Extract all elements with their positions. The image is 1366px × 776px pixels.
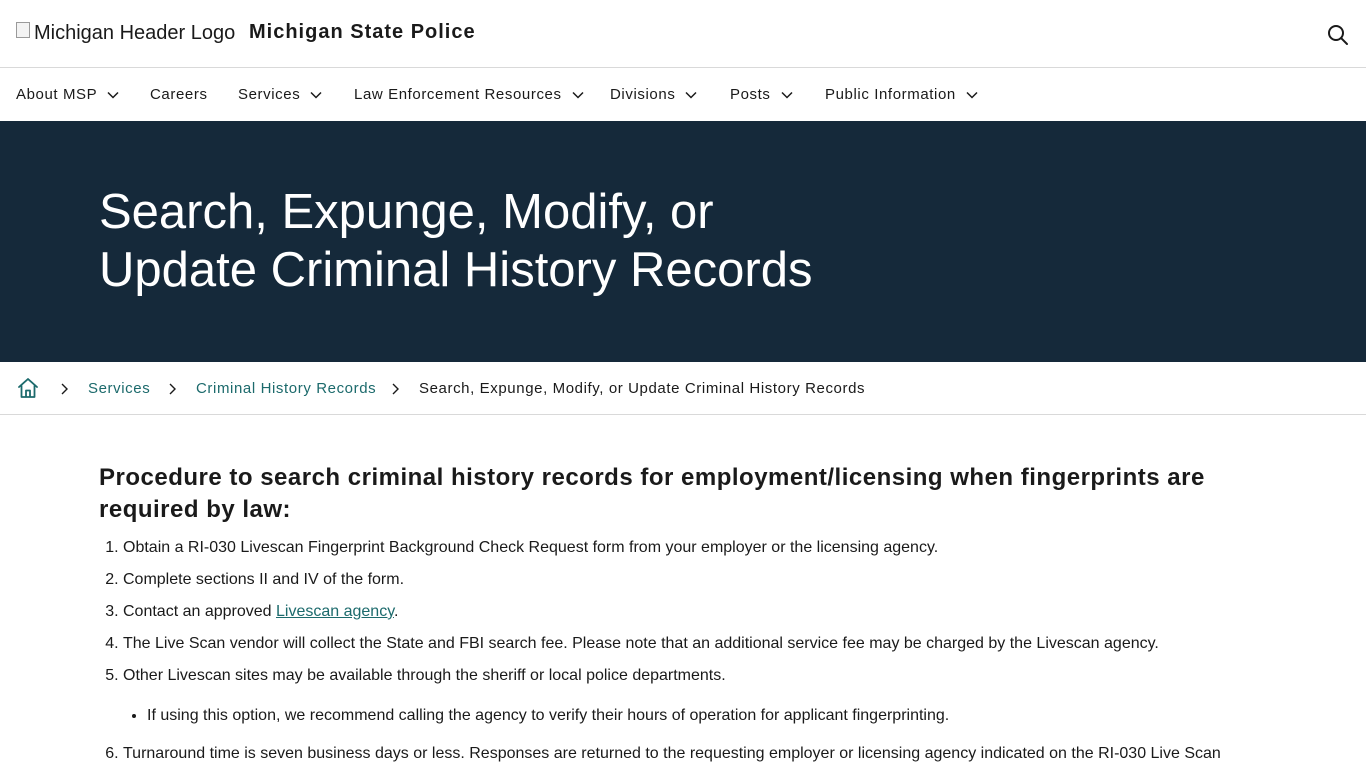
step-text: Contact an approved — [123, 603, 276, 620]
chevron-down-icon — [107, 91, 119, 99]
list-item: Obtain a RI-030 Livescan Fingerprint Bac… — [123, 538, 1239, 558]
livescan-agency-link[interactable]: Livescan agency — [276, 603, 394, 620]
nav-item-careers[interactable]: Careers — [150, 68, 208, 121]
breadcrumb-services[interactable]: Services — [88, 362, 150, 414]
section-heading: Procedure to search criminal history rec… — [99, 464, 1205, 523]
nav-item-law-enforcement-resources[interactable]: Law Enforcement Resources — [354, 68, 584, 121]
breadcrumb: Services Criminal History Records Search… — [0, 362, 1366, 415]
list-item: Turnaround time is seven business days o… — [123, 744, 1239, 764]
chevron-down-icon — [685, 91, 697, 99]
sub-list: If using this option, we recommend calli… — [123, 706, 1239, 726]
list-item: Other Livescan sites may be available th… — [123, 666, 1239, 726]
step-text: Other Livescan sites may be available th… — [123, 667, 726, 684]
page-title-line-2: Update Criminal History Records — [99, 243, 813, 297]
main-navigation: About MSP Careers Services Law Enforceme… — [0, 68, 1366, 121]
step-text: Obtain a RI-030 Livescan Fingerprint Bac… — [123, 539, 939, 556]
nav-label: About MSP — [16, 86, 98, 103]
list-item: Contact an approved Livescan agency. — [123, 602, 1239, 622]
nav-label: Public Information — [825, 86, 956, 103]
logo-alt-text: Michigan Header Logo — [34, 22, 236, 44]
nav-item-services[interactable]: Services — [238, 68, 322, 121]
site-header: Michigan Header Logo Michigan State Poli… — [0, 0, 1366, 68]
nav-item-about-msp[interactable]: About MSP — [16, 68, 119, 121]
procedure-steps: Obtain a RI-030 Livescan Fingerprint Bac… — [99, 538, 1239, 764]
nav-item-divisions[interactable]: Divisions — [610, 68, 697, 121]
search-icon[interactable] — [1326, 23, 1350, 47]
list-item: Complete sections II and IV of the form. — [123, 570, 1239, 590]
home-icon[interactable] — [16, 376, 40, 400]
breadcrumb-criminal-history-records[interactable]: Criminal History Records — [196, 362, 376, 414]
nav-label: Services — [238, 86, 301, 103]
nav-label: Careers — [150, 86, 208, 103]
nav-label: Posts — [730, 86, 771, 103]
list-item: The Live Scan vendor will collect the St… — [123, 634, 1239, 654]
nav-label: Divisions — [610, 86, 676, 103]
nav-item-public-information[interactable]: Public Information — [825, 68, 978, 121]
sub-list-item: If using this option, we recommend calli… — [147, 706, 1239, 726]
hero-banner: Search, Expunge, Modify, or Update Crimi… — [0, 121, 1366, 362]
chevron-right-icon — [61, 383, 68, 395]
sub-step-text: If using this option, we recommend calli… — [147, 707, 950, 724]
breadcrumb-current-page: Search, Expunge, Modify, or Update Crimi… — [419, 379, 866, 397]
main-content: Procedure to search criminal history rec… — [99, 462, 1239, 776]
step-text: Complete sections II and IV of the form. — [123, 571, 405, 588]
page-title-line-1: Search, Expunge, Modify, or — [99, 185, 714, 239]
chevron-down-icon — [966, 91, 978, 99]
nav-label: Law Enforcement Resources — [354, 86, 562, 103]
michigan-header-logo[interactable]: Michigan Header Logo — [16, 21, 236, 45]
broken-image-icon — [16, 21, 30, 38]
site-title[interactable]: Michigan State Police — [249, 21, 476, 44]
step-text: Turnaround time is seven business days o… — [123, 745, 1221, 762]
chevron-down-icon — [310, 91, 322, 99]
chevron-right-icon — [392, 383, 399, 395]
chevron-right-icon — [169, 383, 176, 395]
step-text: The Live Scan vendor will collect the St… — [123, 635, 1159, 652]
chevron-down-icon — [780, 91, 793, 99]
nav-item-posts[interactable]: Posts — [730, 68, 793, 121]
page-title: Search, Expunge, Modify, or Update Crimi… — [99, 183, 859, 299]
chevron-down-icon — [572, 91, 584, 99]
step-text: . — [394, 603, 399, 620]
